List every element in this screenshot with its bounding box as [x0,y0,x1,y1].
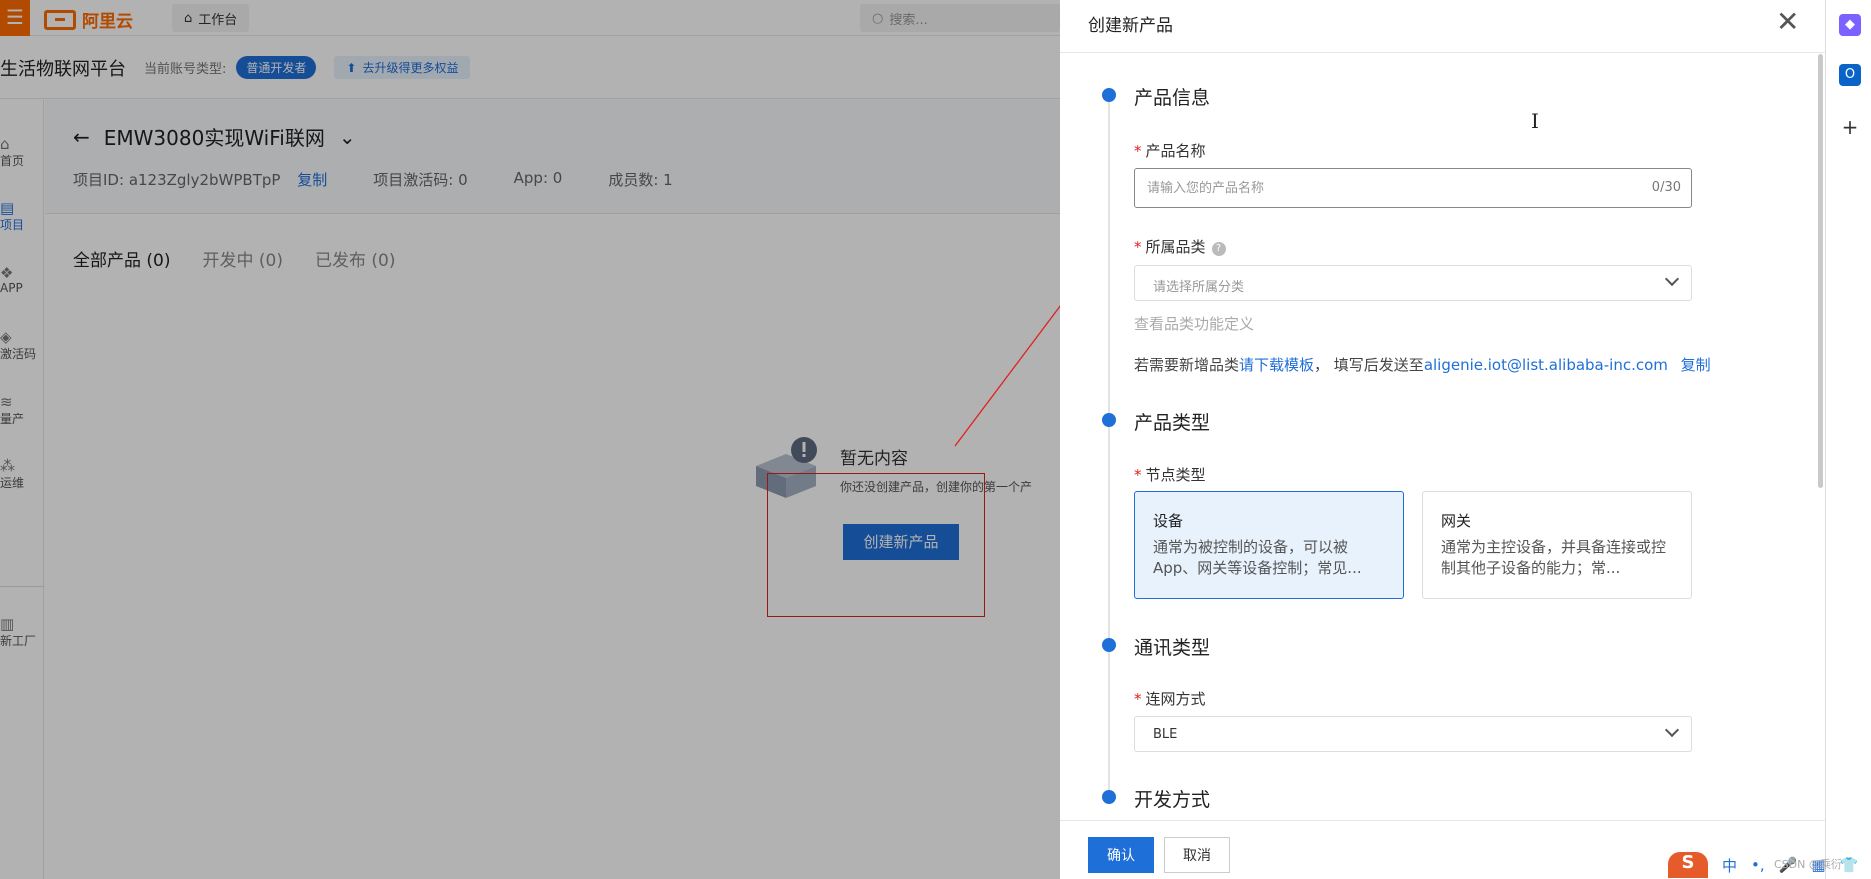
close-icon[interactable]: ✕ [1776,8,1799,36]
required-mark: * [1134,142,1142,160]
watermark: CSDN @乘衍 [1774,858,1842,871]
chevron-down-icon [1664,722,1680,738]
category-note: 若需要新增品类请下载模板， 填写后发送至aligenie.iot@list.al… [1134,354,1711,375]
section-dev-mode: 开发方式 [1134,789,1211,811]
network-label: * 连网方式 [1134,688,1206,709]
drawer-title: 创建新产品 [1088,16,1173,36]
section-product-type: 产品类型 [1134,412,1211,434]
shirt-icon[interactable]: 👕 [1840,856,1859,874]
required-mark: * [1134,238,1142,256]
product-name-label: * 产品名称 [1134,140,1206,161]
required-mark: * [1134,690,1142,708]
email-link[interactable]: aligenie.iot@list.alibaba-inc.com [1424,356,1668,374]
product-name-label-text: 产品名称 [1145,142,1206,160]
timeline-dot [1102,638,1116,652]
cancel-button[interactable]: 取消 [1164,837,1230,873]
network-label-text: 连网方式 [1145,690,1206,708]
node-type-label-text: 节点类型 [1145,466,1206,484]
question-icon[interactable]: ? [1211,242,1226,256]
modal-mask[interactable] [0,0,1060,879]
create-product-drawer: 创建新产品 ✕ 产品信息 *产品名称 0/30 *所属品类? 请选择所属分类 查… [1060,0,1825,879]
category-placeholder: 请选择所属分类 [1153,280,1245,295]
copilot-icon[interactable]: ◆ [1839,14,1861,36]
punctuation-icon[interactable]: •, [1751,856,1765,874]
card-title: 网关 [1441,512,1472,530]
network-select[interactable]: BLE [1134,716,1692,752]
network-value: BLE [1153,727,1178,742]
download-template-link[interactable]: 请下载模板 [1239,356,1314,374]
section-product-info: 产品信息 [1134,87,1211,109]
product-name-field[interactable]: 0/30 [1134,168,1692,208]
browser-side-panel: ◆ O + [1825,0,1871,879]
confirm-button[interactable]: 确认 [1088,837,1154,873]
ime-language-label[interactable]: 中 [1722,855,1737,876]
card-title: 设备 [1153,512,1184,530]
char-counter: 0/30 [1651,180,1681,195]
ime-logo-icon[interactable]: S [1668,852,1708,878]
drawer-header: 创建新产品 ✕ [1060,0,1825,53]
plus-icon[interactable]: + [1839,116,1861,138]
timeline-dot [1102,413,1116,427]
timeline-line [1108,96,1110,796]
category-select[interactable]: 请选择所属分类 [1134,265,1692,301]
node-type-device-card[interactable]: 设备 通常为被控制的设备，可以被App、网关等设备控制；常见... [1134,491,1404,599]
category-label-text: 所属品类 [1145,238,1206,256]
outlook-icon[interactable]: O [1839,64,1861,86]
background-app: ☰ 阿里云 ⌂ 工作台 ○ 搜索... 生活物联网平台 当前账号类型: 普通开发… [0,0,1060,879]
copy-email-link[interactable]: 复制 [1681,356,1711,374]
chevron-down-icon [1664,271,1680,287]
card-description: 通常为被控制的设备，可以被App、网关等设备控制；常见... [1153,538,1362,577]
text-cursor-icon: I [1531,109,1539,133]
section-comm-type: 通讯类型 [1134,637,1211,659]
note-mid: ， 填写后发送至 [1314,356,1424,374]
node-type-label: * 节点类型 [1134,464,1206,485]
timeline-dot [1102,88,1116,102]
timeline-dot [1102,790,1116,804]
required-mark: * [1134,466,1142,484]
card-description: 通常为主控设备，并具备连接或控制其他子设备的能力；常... [1441,538,1667,577]
node-type-gateway-card[interactable]: 网关 通常为主控设备，并具备连接或控制其他子设备的能力；常... [1422,491,1692,599]
drawer-scrollbar[interactable] [1818,54,1823,488]
product-name-input[interactable] [1147,169,1627,207]
view-category-definition-link[interactable]: 查看品类功能定义 [1134,313,1254,334]
note-prefix: 若需要新增品类 [1134,356,1240,374]
category-label: * 所属品类? [1134,236,1226,257]
